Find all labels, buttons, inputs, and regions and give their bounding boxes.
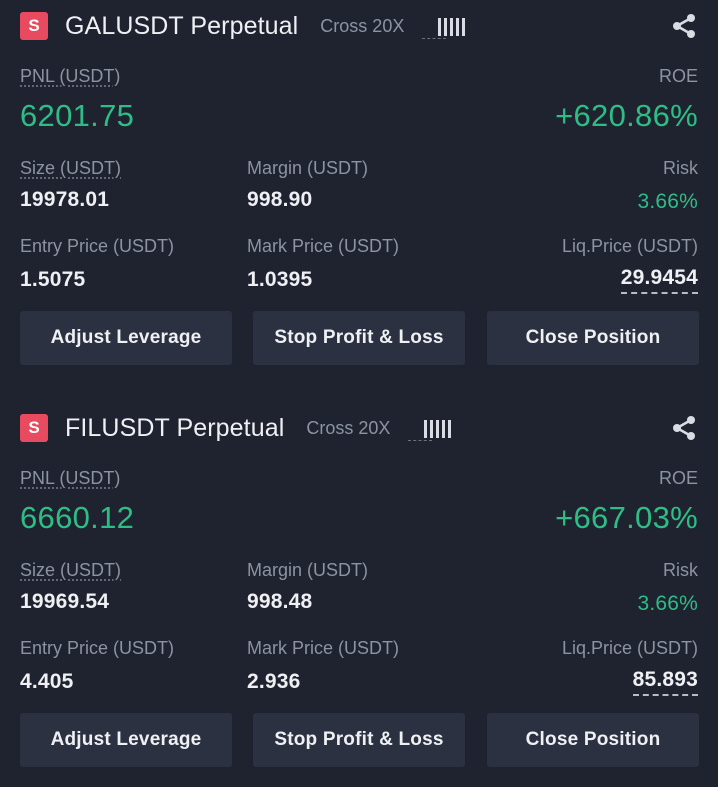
- symbol-title[interactable]: FILUSDT Perpetual: [65, 414, 284, 443]
- margin-value: 998.90: [247, 188, 313, 211]
- margin-label: Margin (USDT): [247, 158, 369, 178]
- stop-profit-loss-button[interactable]: Stop Profit & Loss: [253, 713, 465, 767]
- risk-value: 3.66%: [637, 592, 698, 615]
- mark-price-label: Mark Price (USDT): [247, 236, 399, 256]
- liq-price-value[interactable]: 29.9454: [620, 266, 698, 294]
- roe-value: +667.03%: [555, 500, 698, 535]
- action-buttons: Adjust Leverage Stop Profit & Loss Close…: [0, 311, 718, 365]
- symbol-title[interactable]: GALUSDT Perpetual: [65, 12, 298, 41]
- position-header: S FILUSDT Perpetual Cross 20X: [20, 412, 698, 444]
- risk-label: Risk: [663, 158, 698, 178]
- size-label: Size (USDT): [20, 158, 122, 178]
- close-position-button[interactable]: Close Position: [487, 713, 699, 767]
- mark-price-value: 2.936: [247, 670, 301, 693]
- liq-price-label: Liq.Price (USDT): [561, 638, 698, 658]
- roe-value: +620.86%: [555, 98, 698, 133]
- action-buttons: Adjust Leverage Stop Profit & Loss Close…: [0, 713, 718, 767]
- risk-label: Risk: [663, 560, 698, 580]
- pnl-value: 6201.75: [20, 98, 135, 133]
- liq-price-label: Liq.Price (USDT): [561, 236, 698, 256]
- entry-price-label: Entry Price (USDT): [20, 638, 175, 658]
- margin-mode[interactable]: Cross 20X: [306, 418, 390, 439]
- margin-mode[interactable]: Cross 20X: [320, 16, 404, 37]
- entry-price-value: 1.5075: [20, 268, 86, 291]
- share-icon[interactable]: [670, 12, 698, 40]
- pnl-value: 6660.12: [20, 500, 135, 535]
- position-header: S GALUSDT Perpetual Cross 20X: [20, 10, 698, 42]
- signal-bars-icon: [422, 14, 466, 39]
- adjust-leverage-button[interactable]: Adjust Leverage: [20, 713, 232, 767]
- size-value: 19969.54: [20, 590, 110, 613]
- pnl-label: PNL (USDT): [20, 66, 121, 86]
- short-badge: S: [20, 12, 48, 40]
- position-card-gal: S GALUSDT Perpetual Cross 20X PNL (USDT)…: [0, 0, 718, 402]
- roe-label: ROE: [658, 66, 698, 86]
- margin-label: Margin (USDT): [247, 560, 369, 580]
- liq-price-value[interactable]: 85.893: [632, 668, 698, 696]
- mark-price-value: 1.0395: [247, 268, 313, 291]
- margin-value: 998.48: [247, 590, 313, 613]
- size-value: 19978.01: [20, 188, 110, 211]
- entry-price-value: 4.405: [20, 670, 74, 693]
- position-card-fil: S FILUSDT Perpetual Cross 20X PNL (USDT)…: [0, 402, 718, 787]
- signal-bars-icon: [408, 416, 452, 441]
- share-icon[interactable]: [670, 414, 698, 442]
- short-badge: S: [20, 414, 48, 442]
- stop-profit-loss-button[interactable]: Stop Profit & Loss: [253, 311, 465, 365]
- entry-price-label: Entry Price (USDT): [20, 236, 175, 256]
- roe-label: ROE: [658, 468, 698, 488]
- mark-price-label: Mark Price (USDT): [247, 638, 399, 658]
- pnl-label: PNL (USDT): [20, 468, 121, 488]
- risk-value: 3.66%: [637, 190, 698, 213]
- adjust-leverage-button[interactable]: Adjust Leverage: [20, 311, 232, 365]
- size-label: Size (USDT): [20, 560, 122, 580]
- close-position-button[interactable]: Close Position: [487, 311, 699, 365]
